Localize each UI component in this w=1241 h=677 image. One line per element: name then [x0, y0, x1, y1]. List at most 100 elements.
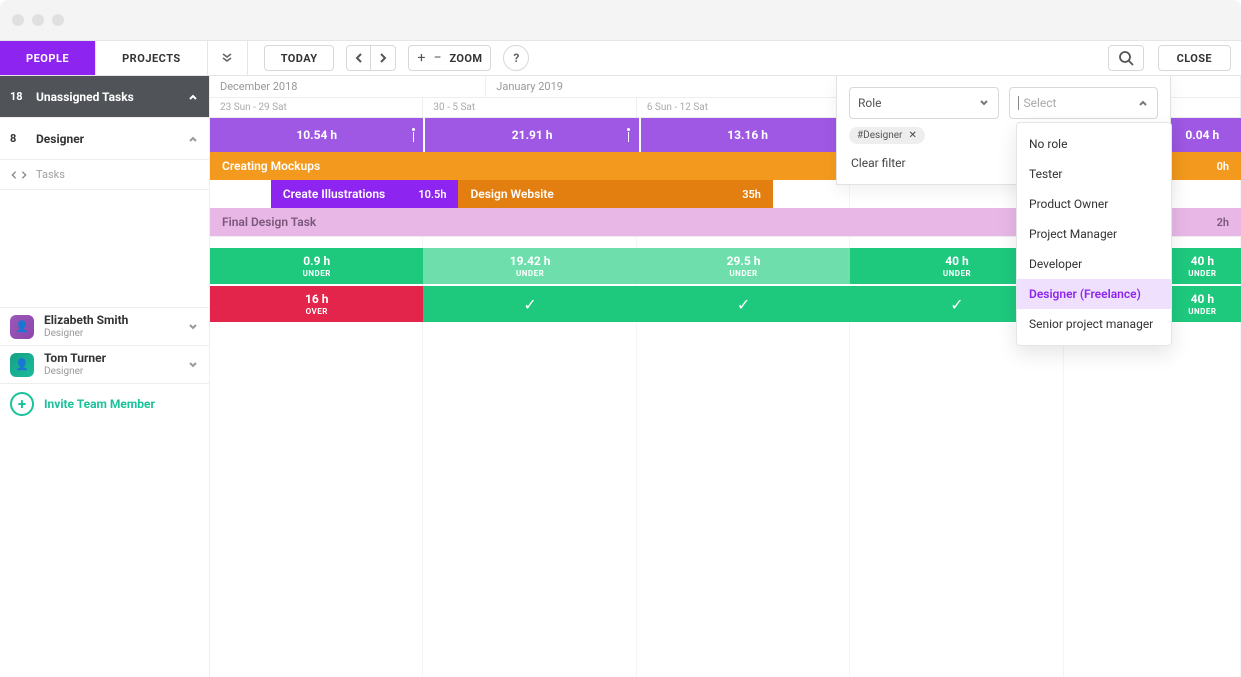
summary-cell[interactable]: 21.91 h	[425, 118, 638, 152]
chevron-up-icon[interactable]	[187, 91, 199, 103]
summary-cell[interactable]: 0.04 h	[1164, 118, 1241, 152]
date-nav	[346, 45, 396, 71]
filter-chip-designer[interactable]: #Designer ✕	[849, 127, 925, 144]
task-label: Create Illustrations	[283, 187, 385, 201]
week-cell: 30 - 5 Sat	[423, 98, 636, 117]
capacity-status: UNDER	[516, 269, 544, 278]
sidebar: 18 Unassigned Tasks 8 Designer Tasks 👤 E…	[0, 76, 210, 677]
close-button[interactable]: CLOSE	[1158, 45, 1231, 71]
filter-value-placeholder: Select	[1024, 96, 1057, 110]
help-button[interactable]: ?	[503, 45, 529, 71]
dropdown-option[interactable]: Designer (Freelance)	[1017, 279, 1171, 309]
summary-hours: 0.04 h	[1185, 128, 1219, 142]
task-hours: 35h	[742, 188, 761, 201]
chevron-down-icon	[978, 97, 990, 109]
capacity-cell[interactable]: ✓	[423, 286, 636, 322]
tasks-label: Tasks	[36, 168, 65, 181]
dropdown-option[interactable]: Tester	[1017, 159, 1171, 189]
text-caret-icon	[1018, 96, 1019, 110]
summary-hours: 21.91 h	[512, 128, 553, 142]
filter-dropdown: No roleTesterProduct OwnerProject Manage…	[1016, 122, 1172, 346]
filter-chip-label: #Designer	[857, 130, 902, 141]
task-label: Final Design Task	[222, 215, 316, 229]
chip-remove-icon[interactable]: ✕	[908, 130, 916, 141]
tab-projects[interactable]: PROJECTS	[96, 41, 208, 75]
unassigned-count: 18	[10, 90, 36, 103]
capacity-hours: 19.42 h	[510, 255, 551, 267]
capacity-cell[interactable]: 40 h UNDER	[1164, 286, 1241, 322]
dropdown-option[interactable]: Developer	[1017, 249, 1171, 279]
search-button[interactable]	[1108, 45, 1144, 71]
capacity-hours: 29.5 h	[727, 255, 761, 267]
summary-cell[interactable]: 10.54 h	[210, 118, 423, 152]
capacity-hours: 40 h	[1191, 293, 1214, 305]
chevron-down-icon[interactable]	[187, 321, 199, 333]
capacity-cell[interactable]: 40 hUNDER	[1164, 248, 1241, 284]
traffic-light-min[interactable]	[32, 14, 44, 26]
chevron-right-icon	[377, 52, 389, 64]
expand-toggle[interactable]	[208, 41, 248, 75]
zoom-out-button[interactable]: −	[433, 51, 441, 65]
sidebar-designer-row[interactable]: 8 Designer	[0, 118, 209, 160]
window-chrome	[0, 0, 1241, 40]
filter-category-label: Role	[858, 96, 882, 110]
toolbar: PEOPLE PROJECTS TODAY + − ZOOM ? CLOSE	[0, 40, 1241, 76]
chevron-left-icon	[353, 52, 365, 64]
traffic-light-max[interactable]	[52, 14, 64, 26]
checkmark-icon: ✓	[737, 295, 750, 314]
next-button[interactable]	[371, 46, 395, 70]
drag-handle-icon[interactable]	[407, 120, 419, 150]
summary-cell[interactable]: 13.16 h	[641, 118, 854, 152]
chevron-down-icon[interactable]	[187, 359, 199, 371]
question-icon: ?	[513, 51, 519, 65]
capacity-cell[interactable]: ✓	[637, 286, 850, 322]
tasks-nav-icon	[10, 170, 28, 180]
week-cell: 23 Sun - 29 Sat	[210, 98, 423, 117]
capacity-hours: 16 h	[305, 293, 328, 305]
dropdown-option[interactable]: No role	[1017, 129, 1171, 159]
dropdown-option[interactable]: Project Manager	[1017, 219, 1171, 249]
zoom-label: ZOOM	[449, 52, 482, 65]
task-hours: 10.5h	[418, 188, 446, 201]
capacity-hours: 0.9 h	[303, 255, 330, 267]
sidebar-unassigned-row[interactable]: 18 Unassigned Tasks	[0, 76, 209, 118]
today-button[interactable]: TODAY	[264, 45, 335, 71]
capacity-cell[interactable]: 29.5 h UNDER	[637, 248, 850, 284]
capacity-hours: 40 h	[1191, 255, 1214, 267]
dropdown-option[interactable]: Senior project manager	[1017, 309, 1171, 339]
timeline[interactable]: December 2018 January 2019 23 Sun - 29 S…	[210, 76, 1241, 677]
filter-value-select[interactable]: Select	[1009, 87, 1159, 119]
month-cell: December 2018	[210, 76, 486, 97]
person-row-elizabeth[interactable]: 👤 Elizabeth Smith Designer	[0, 308, 209, 346]
traffic-light-close[interactable]	[12, 14, 24, 26]
capacity-status: UNDER	[943, 269, 971, 278]
designer-label: Designer	[36, 132, 187, 146]
person-row-tom[interactable]: 👤 Tom Turner Designer	[0, 346, 209, 384]
filter-category-select[interactable]: Role	[849, 87, 999, 119]
checkmark-icon: ✓	[950, 295, 963, 314]
capacity-cell[interactable]: 16 h OVER	[210, 286, 423, 322]
zoom-in-button[interactable]: +	[417, 51, 425, 65]
capacity-status: UNDER	[1188, 307, 1216, 316]
capacity-cell[interactable]: 0.9 hUNDER	[210, 248, 423, 284]
double-chevron-down-icon	[221, 52, 233, 64]
task-bar[interactable]: Design Website35h	[458, 180, 772, 208]
task-bar[interactable]: Create Illustrations 10.5h	[271, 180, 459, 208]
unassigned-label: Unassigned Tasks	[36, 90, 187, 104]
drag-handle-icon[interactable]	[623, 120, 635, 150]
tab-people[interactable]: PEOPLE	[0, 41, 96, 75]
invite-label: Invite Team Member	[44, 397, 155, 411]
chevron-up-icon[interactable]	[187, 133, 199, 145]
sidebar-tasks-row[interactable]: Tasks	[0, 160, 209, 190]
prev-button[interactable]	[347, 46, 371, 70]
checkmark-icon: ✓	[523, 295, 536, 314]
capacity-status: OVER	[306, 307, 328, 316]
person-role: Designer	[44, 366, 187, 377]
chevron-up-icon	[1137, 97, 1149, 109]
designer-count: 8	[10, 132, 36, 145]
summary-hours: 13.16 h	[727, 128, 768, 142]
capacity-status: UNDER	[729, 269, 757, 278]
invite-team-member-button[interactable]: + Invite Team Member	[0, 384, 209, 424]
dropdown-option[interactable]: Product Owner	[1017, 189, 1171, 219]
capacity-cell[interactable]: 19.42 h UNDER	[423, 248, 636, 284]
